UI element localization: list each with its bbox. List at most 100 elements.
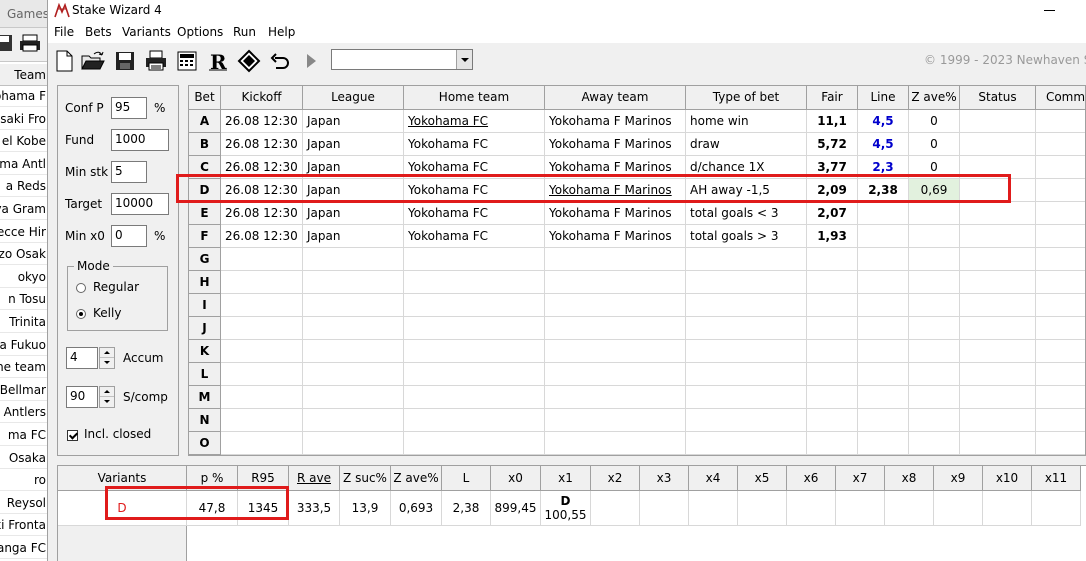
variants-col-header-4[interactable]: Z suc% — [340, 466, 391, 491]
cell-zave[interactable]: 0 — [909, 133, 960, 156]
col-header-kickoff[interactable]: Kickoff — [221, 86, 303, 110]
variants-col-header-8[interactable]: x1 — [541, 466, 591, 491]
menu-options[interactable]: Options — [177, 25, 223, 39]
conf-p-input[interactable]: 95 — [111, 97, 147, 119]
variants-cell-18[interactable] — [1032, 491, 1081, 526]
cell-home-team[interactable]: Yokohama FC — [404, 202, 545, 225]
variants-col-header-13[interactable]: x6 — [787, 466, 836, 491]
variants-cell-11[interactable] — [689, 491, 738, 526]
cell-away-team[interactable]: Yokohama F Marinos — [545, 110, 686, 133]
row-header-j[interactable]: J — [189, 317, 221, 340]
variants-col-header-18[interactable]: x11 — [1032, 466, 1081, 491]
cell-zave[interactable] — [909, 317, 960, 340]
games-tab[interactable]: Games — [0, 0, 47, 28]
team-list-item[interactable]: a Antlers — [0, 402, 47, 424]
minimize-button[interactable] — [1044, 10, 1055, 11]
cell-comm[interactable] — [1036, 133, 1085, 156]
cell-comm[interactable] — [1036, 156, 1085, 179]
cell-line[interactable] — [858, 294, 909, 317]
cell-kickoff[interactable] — [221, 317, 303, 340]
cell-fair[interactable]: 2,09 — [807, 179, 858, 202]
cell-type-of-bet[interactable] — [686, 248, 807, 271]
cell-fair[interactable] — [807, 340, 858, 363]
variants-cell-2[interactable]: 1345 — [238, 491, 289, 526]
variants-col-header-2[interactable]: R95 — [238, 466, 289, 491]
cell-fair[interactable] — [807, 294, 858, 317]
spin-down-icon[interactable] — [100, 397, 114, 407]
cell-fair[interactable] — [807, 409, 858, 432]
cell-status[interactable] — [960, 386, 1036, 409]
col-header-comm[interactable]: Comm — [1036, 86, 1085, 110]
incl-closed-checkbox[interactable] — [67, 430, 78, 441]
variants-cell-14[interactable] — [836, 491, 885, 526]
variants-cell-13[interactable] — [787, 491, 836, 526]
variants-col-header-6[interactable]: L — [442, 466, 491, 491]
team-column-header[interactable]: Team — [0, 64, 47, 86]
min-stk-input[interactable]: 5 — [111, 161, 147, 183]
cell-away-team[interactable] — [545, 386, 686, 409]
cell-line[interactable] — [858, 432, 909, 455]
cell-comm[interactable] — [1036, 225, 1085, 248]
cell-league[interactable] — [303, 409, 404, 432]
cell-line[interactable]: 2,38 — [858, 179, 909, 202]
team-list-item[interactable]: okyo — [0, 267, 47, 288]
cell-line[interactable] — [858, 271, 909, 294]
cell-status[interactable] — [960, 340, 1036, 363]
save-icon[interactable] — [0, 33, 14, 53]
row-header-l[interactable]: L — [189, 363, 221, 386]
cell-kickoff[interactable]: 26.08 12:30 — [221, 110, 303, 133]
cell-kickoff[interactable]: 26.08 12:30 — [221, 179, 303, 202]
cell-zave[interactable] — [909, 409, 960, 432]
cell-fair[interactable] — [807, 363, 858, 386]
cell-comm[interactable] — [1036, 110, 1085, 133]
cell-status[interactable] — [960, 317, 1036, 340]
team-list-item[interactable]: Osaka — [0, 448, 47, 469]
variants-col-header-12[interactable]: x5 — [738, 466, 787, 491]
variants-col-header-17[interactable]: x10 — [983, 466, 1032, 491]
team-list-item[interactable]: ma FC — [0, 425, 47, 446]
cell-kickoff[interactable] — [221, 409, 303, 432]
cell-away-team[interactable] — [545, 363, 686, 386]
cell-type-of-bet[interactable] — [686, 317, 807, 340]
row-header-k[interactable]: K — [189, 340, 221, 363]
team-list-item[interactable]: n Tosu — [0, 289, 47, 311]
variants-col-header-3[interactable]: R ave — [289, 466, 340, 491]
cell-kickoff[interactable] — [221, 386, 303, 409]
cell-fair[interactable]: 11,1 — [807, 110, 858, 133]
cell-type-of-bet[interactable]: total goals < 3 — [686, 202, 807, 225]
cell-line[interactable] — [858, 363, 909, 386]
cell-away-team[interactable] — [545, 432, 686, 455]
variants-col-header-5[interactable]: Z ave% — [391, 466, 442, 491]
cell-type-of-bet[interactable] — [686, 386, 807, 409]
cell-line[interactable]: 2,3 — [858, 156, 909, 179]
cell-league[interactable]: Japan — [303, 225, 404, 248]
variant-combobox[interactable] — [331, 49, 473, 70]
cell-away-team[interactable]: Yokohama F Marinos — [545, 179, 686, 202]
cell-home-team[interactable] — [404, 386, 545, 409]
cell-kickoff[interactable] — [221, 363, 303, 386]
row-header-f[interactable]: F — [189, 225, 221, 248]
cell-league[interactable] — [303, 248, 404, 271]
cell-status[interactable] — [960, 248, 1036, 271]
variants-cell-7[interactable]: 899,45 — [491, 491, 541, 526]
team-list-item[interactable]: ima Antl — [0, 154, 47, 175]
col-header-bet[interactable]: Bet — [189, 86, 221, 110]
cell-zave[interactable] — [909, 363, 960, 386]
cell-away-team[interactable] — [545, 317, 686, 340]
cell-line[interactable] — [858, 225, 909, 248]
new-icon[interactable] — [51, 48, 77, 74]
cell-kickoff[interactable]: 26.08 12:30 — [221, 202, 303, 225]
cell-kickoff[interactable]: 26.08 12:30 — [221, 133, 303, 156]
variants-cell-17[interactable] — [983, 491, 1032, 526]
mode-kelly-label[interactable]: Kelly — [93, 306, 121, 320]
cell-kickoff[interactable]: 26.08 12:30 — [221, 225, 303, 248]
variants-cell-15[interactable] — [885, 491, 934, 526]
min-x0-input[interactable]: 0 — [111, 225, 147, 247]
menu-run[interactable]: Run — [233, 25, 256, 39]
cell-type-of-bet[interactable] — [686, 409, 807, 432]
variants-col-header-16[interactable]: x9 — [934, 466, 983, 491]
cell-league[interactable]: Japan — [303, 156, 404, 179]
team-list-item[interactable]: ki Fronta — [0, 515, 47, 537]
variants-col-header-0[interactable]: Variants — [58, 466, 187, 491]
cell-away-team[interactable]: Yokohama F Marinos — [545, 202, 686, 225]
